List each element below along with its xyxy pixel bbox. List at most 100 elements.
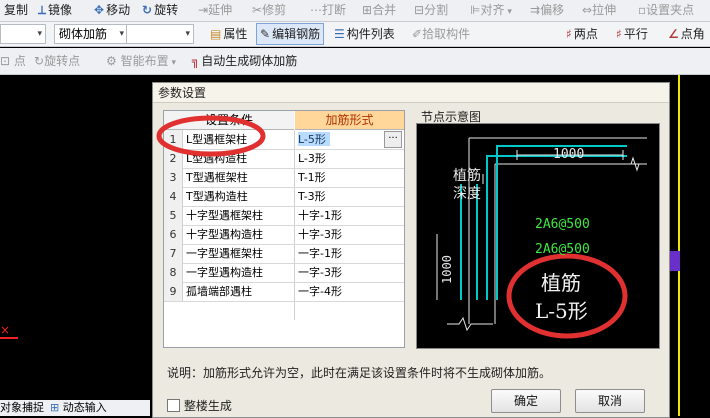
point-icon: ⊡ <box>0 54 14 68</box>
two-points-button[interactable]: ♯ 两点 <box>566 24 598 44</box>
mirror-label: 镜像 <box>48 3 73 17</box>
edit-rebar-button[interactable]: ✎ 编辑钢筋 <box>256 23 325 45</box>
break-button[interactable]: ⋯打断 <box>310 0 346 20</box>
extend-button[interactable]: ⇥延伸 <box>198 0 232 20</box>
parallel-label: 平行 <box>623 27 648 41</box>
point-angle-icon: ∠ <box>668 27 679 41</box>
form-cell[interactable]: 一字-1形 <box>298 244 388 263</box>
rebar-spec-label-2: 2A6@500 <box>535 242 590 257</box>
trim-icon: ✂ <box>252 3 263 17</box>
component-list-button[interactable]: ☰ 构件列表 <box>334 24 395 44</box>
set-point-button[interactable]: ▫设置夹点 <box>638 0 694 20</box>
point-angle-button[interactable]: ∠ 点角 <box>668 24 705 44</box>
chevron-down-icon: ▾ <box>37 29 42 39</box>
table-row[interactable]: 3 T型遇框架柱 T-1形 <box>164 168 404 188</box>
parallel-button[interactable]: ♯ 平行 <box>616 24 648 44</box>
axis-line <box>0 337 18 339</box>
auto-generate-label: 自动生成砌体加筋 <box>201 54 298 68</box>
cancel-button[interactable]: 取消 <box>575 389 645 413</box>
row-number: 5 <box>164 206 183 225</box>
dynamic-input-toggle[interactable]: ⊞ 动态输入 <box>50 400 107 416</box>
move-label: 移动 <box>106 3 131 17</box>
properties-icon: ▤ <box>210 27 222 41</box>
chevron-down-icon: ▾ <box>504 7 512 17</box>
wall-line <box>678 75 680 416</box>
smart-layout-dropdown[interactable]: ⚙ 智能布置 ▾ <box>106 51 176 71</box>
stretch-button[interactable]: ⇔拉伸 <box>582 0 616 20</box>
align-label: 对齐 <box>480 3 505 17</box>
break-icon: ⋯ <box>310 3 322 17</box>
toolbar-component: ▾ 砌体加筋 ▾ ▾ ▤ 属性 ✎ 编辑钢筋 ☰ 构件列表 ✐拾取构件 ♯ 两点 ♯ 平行 … <box>0 22 710 47</box>
rotate-point-button[interactable]: ↻旋转点 <box>34 51 80 71</box>
table-row[interactable]: 9 孤墙端部遇柱 一字-4形 <box>164 282 404 302</box>
category-select[interactable]: ▾ <box>0 24 46 44</box>
move-button[interactable]: ✥ 移动 <box>94 0 130 20</box>
split-button[interactable]: ⊟分割 <box>414 0 448 20</box>
stretch-icon: ⇔ <box>582 3 593 17</box>
set-point-icon: ▫ <box>638 3 647 17</box>
condition-cell: T型遇构造柱 <box>186 190 248 203</box>
merge-button[interactable]: ⊞合并 <box>362 0 396 20</box>
properties-button[interactable]: ▤ 属性 <box>210 24 247 44</box>
row-number: 3 <box>164 168 183 187</box>
merge-icon: ⊞ <box>362 3 373 17</box>
dynamic-input-label: 动态输入 <box>62 401 107 414</box>
table-row[interactable]: 7 一字型遇框架柱 一字-1形 <box>164 244 404 264</box>
highlight-ellipse <box>506 253 628 339</box>
pick-component-button[interactable]: ✐拾取构件 <box>412 24 470 44</box>
form-cell[interactable]: L-3形 <box>298 149 388 168</box>
ellipsis-button[interactable]: ··· <box>384 131 402 148</box>
snap-toggle[interactable]: 对象捕捉 <box>0 400 44 416</box>
trim-label: 修剪 <box>262 3 287 17</box>
form-cell[interactable]: T-3形 <box>298 187 388 206</box>
text-selection-highlight <box>298 132 330 146</box>
extend-label: 延伸 <box>208 3 233 17</box>
offset-button[interactable]: ⇉偏移 <box>530 0 564 20</box>
stretch-label: 拉伸 <box>592 3 617 17</box>
annotation-label-2: L-5形 <box>535 299 588 323</box>
component-select[interactable]: ▾ <box>126 24 194 44</box>
form-cell[interactable]: 一字-4形 <box>298 282 388 301</box>
toolbar-draw: ⊡ 点 ↻旋转点 ⚙ 智能布置 ▾ ╗ 自动生成砌体加筋 <box>0 48 710 75</box>
rotate-icon: ↻ <box>142 3 153 17</box>
table-row[interactable]: 5 十字型遇框架柱 十字-1形 <box>164 206 404 226</box>
table-row[interactable]: 4 T型遇构造柱 T-3形 <box>164 187 404 207</box>
type-select[interactable]: 砌体加筋 ▾ <box>54 24 128 44</box>
rebar-spec-label-1: 2A6@500 <box>535 217 590 232</box>
form-cell[interactable]: 一字-3形 <box>298 263 388 282</box>
move-icon: ✥ <box>94 3 105 17</box>
condition-cell: 一字型遇构造柱 <box>186 266 263 279</box>
table-row[interactable]: 6 十字型遇构造柱 十字-3形 <box>164 225 404 245</box>
status-bar: 对象捕捉 ⊞ 动态输入 <box>0 400 150 416</box>
smart-layout-label: 智能布置 <box>120 54 169 68</box>
break-label: 打断 <box>322 3 347 17</box>
form-cell[interactable]: 十字-1形 <box>298 206 388 225</box>
table-row[interactable]: 8 一字型遇构造柱 一字-3形 <box>164 263 404 283</box>
mirror-button[interactable]: ⟂ 镜像 <box>38 0 72 20</box>
auto-generate-icon: ╗ <box>192 54 200 68</box>
align-dropdown[interactable]: ⊫对齐 ▾ <box>470 0 512 20</box>
dim-top-label: 1000 <box>553 147 584 162</box>
set-point-label: 设置夹点 <box>646 3 695 17</box>
two-points-icon: ♯ <box>566 27 572 41</box>
rotate-button[interactable]: ↻ 旋转 <box>142 0 178 20</box>
ok-button[interactable]: 确定 <box>491 389 561 413</box>
dim-left-label: 1000 <box>440 255 454 284</box>
copy-button[interactable]: 复制 <box>4 0 28 20</box>
annotation-label-1: 植筋 <box>541 271 581 295</box>
component-list-label: 构件列表 <box>346 27 395 41</box>
trim-button[interactable]: ✂修剪 <box>252 0 286 20</box>
form-cell[interactable]: 十字-3形 <box>298 225 388 244</box>
node-preview: 1000 1000 植筋 深度 2A6@500 2A6@500 植筋 L-5形 <box>416 123 660 349</box>
chevron-down-icon: ▾ <box>185 29 190 39</box>
highlight-ellipse-overlay <box>156 115 266 157</box>
row-number: 6 <box>164 225 183 244</box>
point-button[interactable]: ⊡ 点 <box>0 51 26 71</box>
floor-generate-checkbox[interactable]: 整楼生成 <box>167 397 232 414</box>
form-cell[interactable]: T-1形 <box>298 168 388 187</box>
chevron-down-icon: ▾ <box>168 58 176 68</box>
auto-generate-button[interactable]: ╗ 自动生成砌体加筋 <box>192 51 297 71</box>
copy-label: 复制 <box>4 3 29 17</box>
edit-rebar-label: 编辑钢筋 <box>272 27 321 41</box>
parallel-icon: ♯ <box>616 27 622 41</box>
